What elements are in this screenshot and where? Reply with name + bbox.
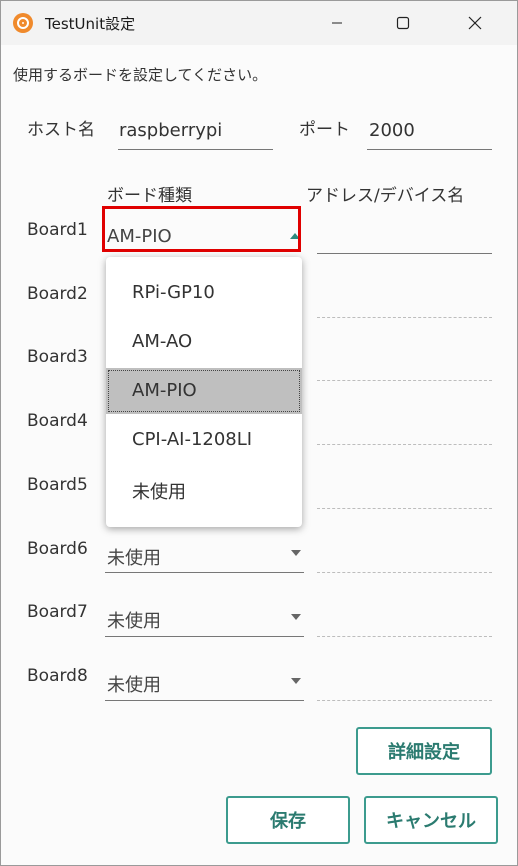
dropdown-option-selected[interactable]: AM-PIO [106,368,302,414]
host-input-underline [118,149,273,150]
settings-window: TestUnit設定 使用するボードを設定してください。 ホスト名 raspbe… [0,0,518,866]
details-settings-button[interactable]: 詳細設定 [356,727,492,775]
dropdown-option[interactable]: RPi-GP10 [106,270,302,316]
port-input-underline [367,149,492,150]
board5-address-input [317,508,492,509]
board7-type-select[interactable]: 未使用 [107,607,161,633]
cancel-button[interactable]: キャンセル [364,796,498,844]
board4-label: Board4 [27,411,88,431]
port-input[interactable]: 2000 [369,120,415,141]
board1-highlight [102,206,301,252]
board6-address-input [317,572,492,573]
maximize-button[interactable] [375,1,431,45]
board6-type-select[interactable]: 未使用 [107,544,161,570]
app-target-icon [13,13,33,33]
board8-address-input [317,700,492,701]
board5-label: Board5 [27,475,88,495]
board8-select-underline [105,700,304,701]
chevron-down-icon[interactable] [291,550,301,556]
chevron-down-icon[interactable] [291,678,301,684]
minimize-button[interactable] [309,1,365,45]
board6-select-underline [105,572,304,573]
board4-address-input [317,444,492,445]
dropdown-option[interactable]: AM-AO [106,319,302,365]
board1-address-input[interactable] [317,253,492,254]
instruction-text: 使用するボードを設定してください。 [13,66,268,84]
board3-label: Board3 [27,347,88,367]
host-input[interactable]: raspberrypi [119,120,222,141]
board2-address-input [317,317,492,318]
save-button[interactable]: 保存 [226,796,350,844]
board2-label: Board2 [27,284,88,304]
port-label: ポート [299,120,350,140]
host-label: ホスト名 [27,120,95,140]
board8-label: Board8 [27,666,88,686]
minimize-icon [332,22,342,24]
board1-label: Board1 [27,220,88,240]
board8-type-select[interactable]: 未使用 [107,671,161,697]
dropdown-option[interactable]: CPI-AI-1208LI [106,417,302,463]
board7-address-input [317,636,492,637]
title-bar: TestUnit設定 [1,1,517,45]
window-title: TestUnit設定 [45,15,136,33]
board-type-header: ボード種類 [107,186,192,206]
board3-address-input [317,380,492,381]
dropdown-option[interactable]: 未使用 [106,466,302,512]
maximize-icon [396,16,410,30]
chevron-down-icon[interactable] [291,614,301,620]
close-button[interactable] [447,1,503,45]
address-header: アドレス/デバイス名 [306,186,465,206]
board7-select-underline [105,636,304,637]
board-type-dropdown: RPi-GP10 AM-AO AM-PIO CPI-AI-1208LI 未使用 [106,257,302,527]
close-icon [468,16,482,30]
board6-label: Board6 [27,539,88,559]
board7-label: Board7 [27,602,88,622]
